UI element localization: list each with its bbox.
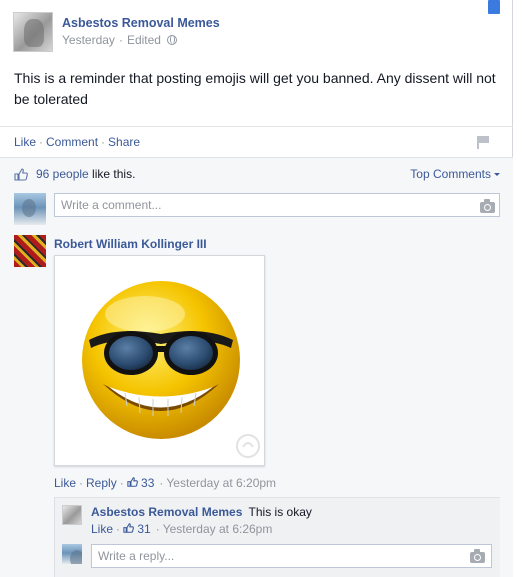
reply-body: Asbestos Removal Memes This is okay Like… <box>91 505 312 536</box>
reply-timestamp[interactable]: Yesterday at 6:26pm <box>163 522 273 536</box>
comment-timestamp[interactable]: Yesterday at 6:20pm <box>166 476 276 490</box>
reply-action-separator: · <box>155 522 160 536</box>
action-separator: · <box>101 135 106 149</box>
page-name-link[interactable]: Asbestos Removal Memes <box>62 16 220 30</box>
like-button[interactable]: Like <box>14 135 36 149</box>
post-meta: Asbestos Removal Memes Yesterday · Edite… <box>62 12 220 52</box>
reply-item: Asbestos Removal Memes This is okay Like… <box>62 505 312 536</box>
comment-action-separator: · <box>119 476 124 490</box>
camera-icon[interactable] <box>470 549 485 563</box>
likes-count-link[interactable]: 96 people <box>36 167 89 181</box>
commenter-avatar[interactable] <box>14 235 46 267</box>
post-separator: · <box>118 33 123 47</box>
post-text: This is a reminder that posting emojis w… <box>14 70 496 107</box>
post-card: Asbestos Removal Memes Yesterday · Edite… <box>0 0 513 577</box>
reply-author-link[interactable]: Asbestos Removal Memes <box>91 505 242 519</box>
chevron-down-icon <box>494 173 500 177</box>
camera-icon[interactable] <box>480 199 495 213</box>
comment-action-separator: · <box>159 476 164 490</box>
action-separator: · <box>39 135 44 149</box>
comment-button[interactable]: Comment <box>46 135 98 149</box>
comment-photo[interactable] <box>54 255 265 466</box>
post-timestamp: Yesterday · Edited <box>62 33 220 47</box>
likes-summary: 96 people like this. Top Comments <box>14 167 500 181</box>
top-comments-dropdown[interactable]: Top Comments <box>410 167 500 181</box>
comment-composer <box>14 193 500 225</box>
comment-actions: Like · Reply · 33 · Yesterday at 6:20pm <box>54 476 276 490</box>
current-user-avatar <box>62 544 82 564</box>
thumbs-up-icon <box>127 477 138 487</box>
post-action-bar: Like · Comment · Share <box>0 126 513 157</box>
share-button[interactable]: Share <box>108 135 140 149</box>
reply-likes-link[interactable]: 31 <box>123 522 151 536</box>
commenter-name-link[interactable]: Robert William Kollinger III <box>54 237 207 251</box>
edited-link[interactable]: Edited <box>127 33 161 47</box>
scrollbar-thumb[interactable] <box>488 0 500 14</box>
page-avatar[interactable] <box>13 12 53 52</box>
comment-reply-button[interactable]: Reply <box>86 476 117 490</box>
reply-author-avatar[interactable] <box>62 505 82 525</box>
replies-section: Asbestos Removal Memes This is okay Like… <box>54 497 500 577</box>
sunglasses-emoji <box>82 281 260 458</box>
flag-icon[interactable] <box>477 136 489 149</box>
reply-like-button[interactable]: Like <box>91 522 113 536</box>
reply-like-count: 31 <box>137 522 151 536</box>
comment-like-button[interactable]: Like <box>54 476 76 490</box>
post-header: Asbestos Removal Memes Yesterday · Edite… <box>13 12 220 52</box>
reply-text-line: Asbestos Removal Memes This is okay <box>91 505 312 519</box>
post-time-link[interactable]: Yesterday <box>62 33 115 47</box>
current-user-avatar <box>14 193 46 225</box>
thumbs-up-icon <box>14 167 28 181</box>
comment-likes-link[interactable]: 33 <box>127 476 155 490</box>
reply-input[interactable] <box>91 544 492 568</box>
reply-actions: Like · 31 · Yesterday at 6:26pm <box>91 522 312 536</box>
globe-icon[interactable] <box>166 35 177 45</box>
reply-action-separator: · <box>116 522 121 536</box>
likes-suffix: like this. <box>88 167 136 181</box>
reply-composer <box>62 544 492 568</box>
thumbs-up-icon <box>123 523 134 533</box>
top-comments-label: Top Comments <box>410 167 491 181</box>
comment-input[interactable] <box>54 193 500 217</box>
reply-text: This is okay <box>248 505 312 519</box>
comments-section: 96 people like this. Top Comments Robert… <box>0 157 513 577</box>
comment-action-separator: · <box>79 476 84 490</box>
comment-like-count: 33 <box>141 476 155 490</box>
